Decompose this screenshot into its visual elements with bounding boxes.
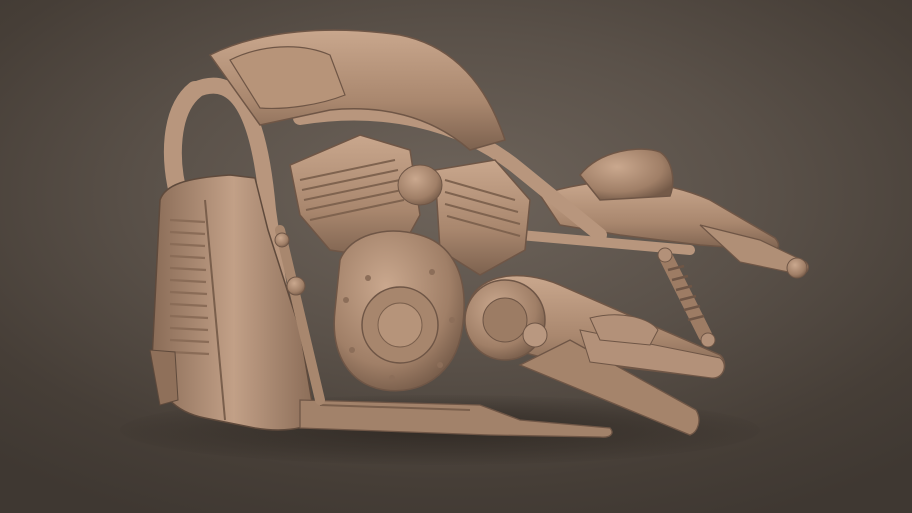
front-cowl: [149, 174, 316, 431]
render-viewport: [0, 0, 912, 513]
motorcycle-model: [149, 29, 810, 438]
